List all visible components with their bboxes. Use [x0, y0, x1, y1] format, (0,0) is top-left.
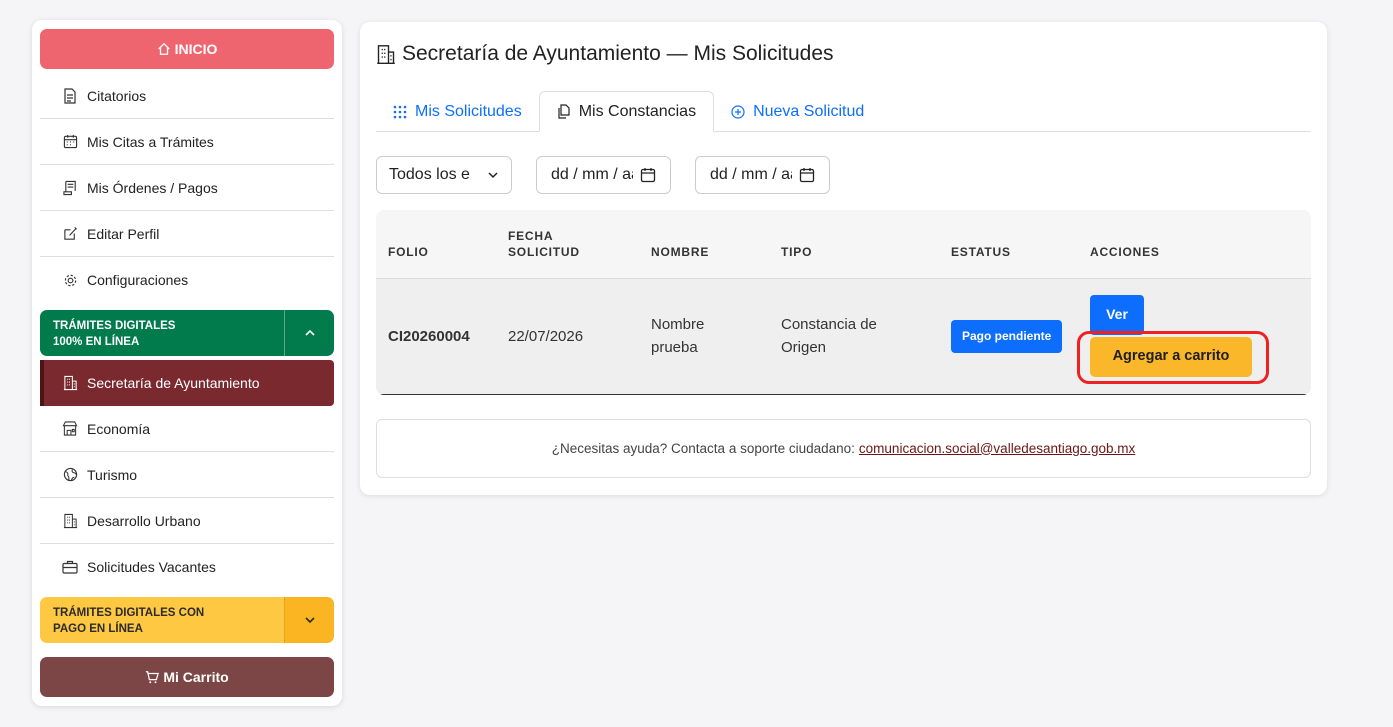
sidebar-item-label: Desarrollo Urbano	[87, 512, 201, 529]
sidebar-item-label: Mis Órdenes / Pagos	[87, 179, 218, 196]
sidebar-item-label: Citatorios	[87, 87, 147, 104]
mi-carrito-button[interactable]: Mi Carrito	[40, 657, 334, 697]
date-from-input[interactable]: dd / mm / aa	[536, 156, 671, 194]
col-folio: FOLIO	[376, 210, 496, 279]
cell-nombre: Nombre prueba	[639, 278, 769, 395]
group-title-line: TRÁMITES DIGITALES	[53, 320, 176, 332]
plus-circle-icon	[731, 104, 745, 119]
actions-group: Ver Agregar a carrito	[1077, 279, 1299, 394]
calendar-icon	[62, 134, 78, 150]
sidebar-item-configuraciones[interactable]: Configuraciones	[40, 257, 334, 303]
sidebar-item-desarrollo-urbano[interactable]: Desarrollo Urbano	[40, 498, 334, 544]
inicio-button[interactable]: INICIO	[40, 29, 334, 69]
col-tipo: TIPO	[769, 210, 939, 279]
tab-label: Nueva Solicitud	[753, 102, 865, 120]
agregar-a-carrito-button[interactable]: Agregar a carrito	[1090, 336, 1252, 377]
cell-tipo: Constancia de Origen	[769, 278, 939, 395]
group-title-line: PAGO EN LÍNEA	[53, 623, 143, 635]
sidebar-item-label: Mis Citas a Trámites	[87, 133, 214, 150]
date-to-value: dd / mm / aa	[710, 166, 792, 183]
globe-icon	[62, 467, 78, 483]
gear-icon	[62, 272, 78, 288]
cell-folio: CI20260004	[376, 278, 496, 395]
date-from-value: dd / mm / aa	[551, 166, 633, 183]
table-header-row: FOLIO FECHA SOLICITUD NOMBRE TIPO ESTATU…	[376, 210, 1311, 279]
ver-button[interactable]: Ver	[1090, 294, 1144, 335]
date-to-input[interactable]: dd / mm / aa	[695, 156, 830, 194]
sidebar-item-label: Solicitudes Vacantes	[87, 559, 216, 575]
tab-nueva-solicitud[interactable]: Nueva Solicitud	[714, 91, 881, 132]
group-title-line: TRÁMITES DIGITALES CON	[53, 607, 205, 619]
sidebar-item-mis-citas[interactable]: Mis Citas a Trámites	[40, 119, 334, 165]
mi-carrito-label: Mi Carrito	[163, 669, 229, 685]
tab-mis-solicitudes[interactable]: Mis Solicitudes	[376, 91, 539, 132]
col-nombre: NOMBRE	[639, 210, 769, 279]
cell-nombre-text: Nombre prueba	[651, 316, 705, 356]
sidebar-item-turismo[interactable]: Turismo	[40, 452, 334, 498]
chevron-up-icon[interactable]	[284, 310, 334, 356]
help-box: ¿Necesitas ayuda? Contacta a soporte ciu…	[376, 418, 1311, 478]
support-email-link[interactable]: comunicacion.social@valledesantiago.gob.…	[859, 441, 1135, 456]
cell-tipo-text: Constancia de Origen	[781, 316, 877, 356]
sidebar-item-label: Economía	[87, 420, 151, 437]
sidebar-item-label: Turismo	[87, 466, 138, 483]
group-tramites-en-linea[interactable]: TRÁMITES DIGITALES 100% EN LÍNEA	[40, 310, 334, 356]
building-icon	[377, 44, 395, 64]
status-badge: Pago pendiente	[951, 319, 1063, 353]
grid-icon	[393, 105, 407, 118]
cart-icon	[146, 671, 160, 684]
col-fecha: FECHA SOLICITUD	[496, 210, 639, 279]
briefcase-icon	[62, 559, 78, 575]
status-filter-select[interactable]: Todos los e	[376, 156, 512, 194]
tabs: Mis Solicitudes Mis Constancias Nueva So…	[376, 91, 1311, 132]
sidebar-item-label: Secretaría de Ayuntamiento	[87, 375, 260, 391]
building-icon	[62, 513, 78, 529]
sidebar: INICIO Citatorios Mis Citas a Trámites M…	[32, 20, 342, 706]
edit-icon	[62, 226, 78, 242]
chevron-down-icon	[488, 172, 498, 179]
tab-mis-constancias[interactable]: Mis Constancias	[538, 91, 715, 132]
sidebar-item-editar-perfil[interactable]: Editar Perfil	[40, 211, 334, 257]
receipt-icon	[62, 180, 78, 196]
requests-table: FOLIO FECHA SOLICITUD NOMBRE TIPO ESTATU…	[376, 210, 1311, 395]
chevron-down-icon[interactable]	[284, 597, 334, 643]
store-icon	[62, 421, 78, 437]
page-title: Secretaría de Ayuntamiento — Mis Solicit…	[376, 40, 1311, 68]
group-tramites-pago-en-linea[interactable]: TRÁMITES DIGITALES CON PAGO EN LÍNEA	[40, 597, 334, 643]
home-icon	[157, 42, 170, 55]
col-estatus: ESTATUS	[939, 210, 1078, 279]
cell-estatus: Pago pendiente	[939, 278, 1078, 395]
sidebar-item-label: Configuraciones	[87, 272, 189, 288]
group-title: TRÁMITES DIGITALES 100% EN LÍNEA	[40, 310, 284, 356]
table-row: CI20260004 22/07/2026 Nombre prueba Cons…	[376, 278, 1311, 395]
tab-label: Mis Constancias	[578, 102, 697, 120]
cell-acciones: Ver Agregar a carrito	[1077, 278, 1311, 395]
col-fecha-line: SOLICITUD	[508, 244, 580, 259]
building-icon	[62, 375, 78, 391]
sidebar-item-economia[interactable]: Economía	[40, 406, 334, 452]
page-title-text: Secretaría de Ayuntamiento — Mis Solicit…	[402, 42, 834, 65]
sidebar-item-solicitudes-vacantes[interactable]: Solicitudes Vacantes	[40, 544, 334, 590]
copy-icon	[558, 104, 570, 119]
col-fecha-line: FECHA	[508, 228, 554, 243]
sidebar-item-citatorios[interactable]: Citatorios	[40, 73, 334, 119]
calendar-icon[interactable]	[640, 167, 656, 183]
sidebar-item-secretaria[interactable]: Secretaría de Ayuntamiento	[40, 360, 334, 406]
document-icon	[62, 87, 78, 104]
filters: Todos los e dd / mm / aa dd / mm / aa	[376, 156, 1311, 194]
sidebar-item-ordenes[interactable]: Mis Órdenes / Pagos	[40, 165, 334, 211]
sidebar-item-label: Editar Perfil	[87, 225, 160, 242]
tab-label: Mis Solicitudes	[415, 102, 522, 120]
col-acciones: ACCIONES	[1078, 210, 1311, 279]
main-panel: Secretaría de Ayuntamiento — Mis Solicit…	[360, 22, 1327, 495]
status-filter-value: Todos los e	[389, 166, 470, 183]
inicio-label: INICIO	[174, 41, 218, 57]
group-title: TRÁMITES DIGITALES CON PAGO EN LÍNEA	[40, 597, 284, 643]
group-title-line: 100% EN LÍNEA	[53, 336, 140, 348]
cell-fecha: 22/07/2026	[496, 278, 639, 395]
help-text: ¿Necesitas ayuda? Contacta a soporte ciu…	[551, 440, 855, 456]
calendar-icon[interactable]	[799, 167, 815, 183]
